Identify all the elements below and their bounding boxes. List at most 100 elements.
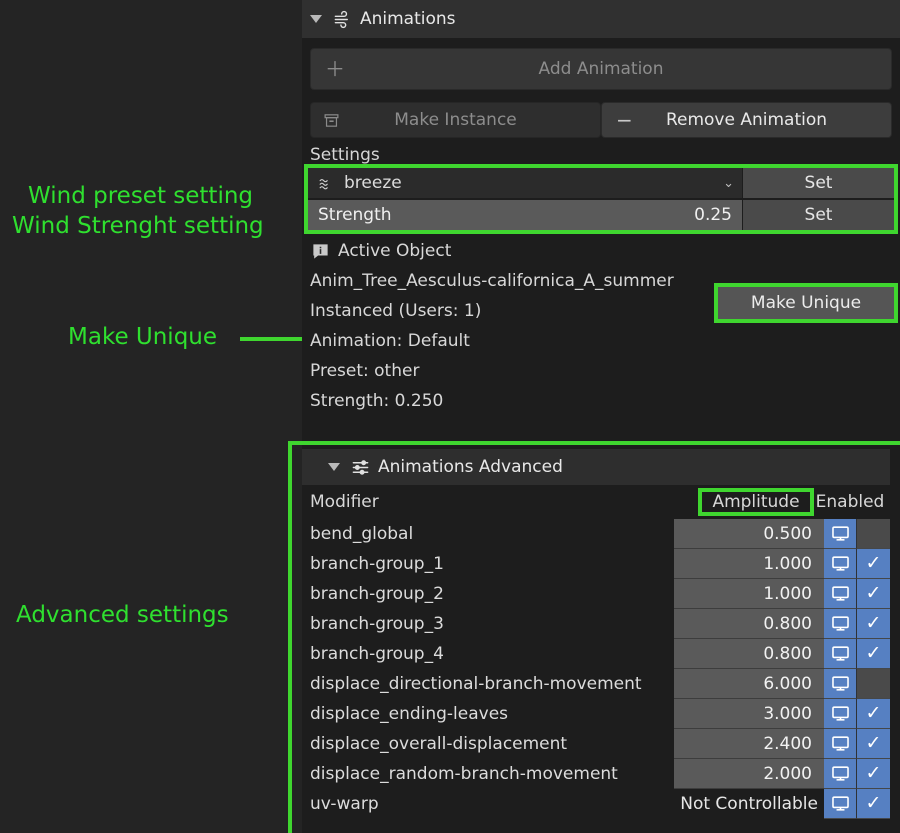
annotation-wind-preset: Wind preset setting: [28, 183, 254, 209]
modifier-name: branch-group_2: [310, 584, 444, 604]
modifier-name: branch-group_1: [310, 554, 444, 574]
annotation-make-unique: Make Unique: [68, 324, 218, 350]
monitor-icon[interactable]: [824, 609, 857, 639]
modifier-name: displace_directional-branch-movement: [310, 674, 642, 694]
column-header-modifier: Modifier: [310, 492, 379, 512]
wind-preset-row: breeze ⌄ Set: [308, 168, 894, 198]
column-header-enabled: Enabled: [815, 492, 885, 512]
settings-label: Settings: [310, 145, 380, 165]
modifier-name: uv-warp: [310, 794, 379, 814]
check-icon: ✓: [865, 642, 882, 664]
active-object-strength: Strength: 0.250: [310, 391, 444, 411]
make-unique-button[interactable]: Make Unique: [714, 283, 898, 323]
check-icon: ✓: [865, 762, 882, 784]
check-icon: ✓: [865, 732, 882, 754]
modifier-name: displace_ending-leaves: [310, 704, 509, 724]
amplitude-value[interactable]: 6.000: [674, 669, 824, 699]
enabled-checkbox-checked[interactable]: ✓: [857, 579, 890, 609]
active-object-animation: Animation: Default: [310, 331, 470, 351]
enabled-checkbox-checked[interactable]: ✓: [857, 699, 890, 729]
monitor-icon[interactable]: [824, 699, 857, 729]
wind-icon: [332, 9, 352, 29]
wind-strength-set-label: Set: [804, 205, 833, 225]
amplitude-value[interactable]: 1.000: [674, 549, 824, 579]
annotation-wind-strength: Wind Strenght setting: [12, 213, 264, 239]
enabled-checkbox-checked[interactable]: ✓: [857, 789, 890, 819]
active-object-info: Active Object Anim_Tree_Aesculus-califor…: [302, 230, 900, 416]
table-row: displace_directional-branch-movement 6.00…: [302, 669, 890, 699]
wind-strength-row: Strength 0.25 Set: [308, 200, 894, 230]
amplitude-value[interactable]: 0.500: [674, 519, 824, 549]
animations-advanced-header[interactable]: Animations Advanced: [302, 449, 890, 485]
table-row: bend_global 0.500: [302, 519, 890, 549]
animations-title: Animations: [360, 9, 456, 29]
table-row: displace_random-branch-movement 2.000 ✓: [302, 759, 890, 789]
column-header-amplitude: Amplitude: [698, 488, 814, 516]
wind-strength-set-button[interactable]: Set: [742, 200, 894, 230]
amplitude-value[interactable]: 0.800: [674, 639, 824, 669]
enabled-checkbox-checked[interactable]: ✓: [857, 639, 890, 669]
active-object-heading-row: Active Object: [310, 236, 892, 266]
animations-advanced-highlight: Animations Advanced Modifier Amplitude E…: [288, 441, 900, 833]
monitor-icon[interactable]: [824, 789, 857, 819]
animations-section-header[interactable]: Animations: [302, 0, 900, 38]
amplitude-value[interactable]: 2.400: [674, 729, 824, 759]
enabled-checkbox-checked[interactable]: ✓: [857, 759, 890, 789]
add-animation-label: Add Animation: [538, 59, 664, 79]
amplitude-value[interactable]: 0.800: [674, 609, 824, 639]
monitor-icon[interactable]: [824, 579, 857, 609]
animations-advanced-title: Animations Advanced: [378, 457, 563, 477]
table-row: branch-group_1 1.000 ✓: [302, 549, 890, 579]
enabled-checkbox-checked[interactable]: ✓: [857, 549, 890, 579]
check-icon: ✓: [865, 702, 882, 724]
modifier-name: branch-group_3: [310, 614, 444, 634]
amplitude-value[interactable]: 2.000: [674, 759, 824, 789]
check-icon: ✓: [865, 792, 882, 814]
table-row: branch-group_4 0.800 ✓: [302, 639, 890, 669]
animations-advanced-section: Animations Advanced Modifier Amplitude E…: [302, 449, 890, 829]
amplitude-not-controllable: Not Controllable: [680, 794, 818, 814]
triangle-down-icon[interactable]: [328, 463, 340, 471]
triangle-down-icon[interactable]: [310, 15, 322, 23]
enabled-checkbox-unchecked[interactable]: [857, 519, 890, 549]
chevron-down-icon[interactable]: ⌄: [723, 176, 734, 191]
wind-preset-dropdown[interactable]: breeze ⌄: [308, 168, 742, 198]
monitor-icon[interactable]: [824, 549, 857, 579]
add-animation-button[interactable]: ＋ Add Animation: [310, 48, 892, 90]
table-row: branch-group_3 0.800 ✓: [302, 609, 890, 639]
modifier-name: displace_overall-displacement: [310, 734, 568, 754]
monitor-icon[interactable]: [824, 669, 857, 699]
amplitude-value[interactable]: 1.000: [674, 579, 824, 609]
check-icon: ✓: [865, 582, 882, 604]
archive-box-icon: [321, 110, 341, 130]
make-instance-label: Make Instance: [394, 110, 517, 130]
monitor-icon[interactable]: [824, 519, 857, 549]
enabled-checkbox-checked[interactable]: ✓: [857, 729, 890, 759]
annotation-advanced-settings: Advanced settings: [16, 602, 229, 628]
modifier-name: branch-group_4: [310, 644, 444, 664]
annotation-leader-line: [240, 337, 306, 341]
monitor-icon[interactable]: [824, 759, 857, 789]
wind-waves-icon: [316, 173, 336, 193]
info-bubble-icon: [310, 241, 330, 261]
active-object-heading: Active Object: [338, 241, 452, 261]
make-instance-button[interactable]: Make Instance: [310, 102, 601, 138]
wind-preset-set-button[interactable]: Set: [742, 168, 894, 198]
remove-animation-button[interactable]: − Remove Animation: [601, 102, 892, 138]
add-animation-wrap: ＋ Add Animation: [302, 38, 900, 90]
table-row: branch-group_2 1.000 ✓: [302, 579, 890, 609]
enabled-checkbox-checked[interactable]: ✓: [857, 609, 890, 639]
monitor-icon[interactable]: [824, 729, 857, 759]
wind-strength-value: 0.25: [694, 205, 732, 225]
wind-settings-group: breeze ⌄ Set Strength 0.25 Set: [304, 164, 898, 234]
screenshot-root: Wind preset setting Wind Strenght settin…: [0, 0, 900, 833]
monitor-icon[interactable]: [824, 639, 857, 669]
wind-strength-slider[interactable]: Strength 0.25: [308, 200, 742, 230]
advanced-table-body: bend_global 0.500 branch-group_1 1.000 ✓ bran…: [302, 519, 890, 819]
amplitude-value[interactable]: 3.000: [674, 699, 824, 729]
table-row: displace_overall-displacement 2.400 ✓: [302, 729, 890, 759]
remove-animation-label: Remove Animation: [665, 110, 828, 130]
check-icon: ✓: [865, 552, 882, 574]
enabled-checkbox-unchecked[interactable]: [857, 669, 890, 699]
annotation-column: Wind preset setting Wind Strenght settin…: [0, 0, 306, 833]
